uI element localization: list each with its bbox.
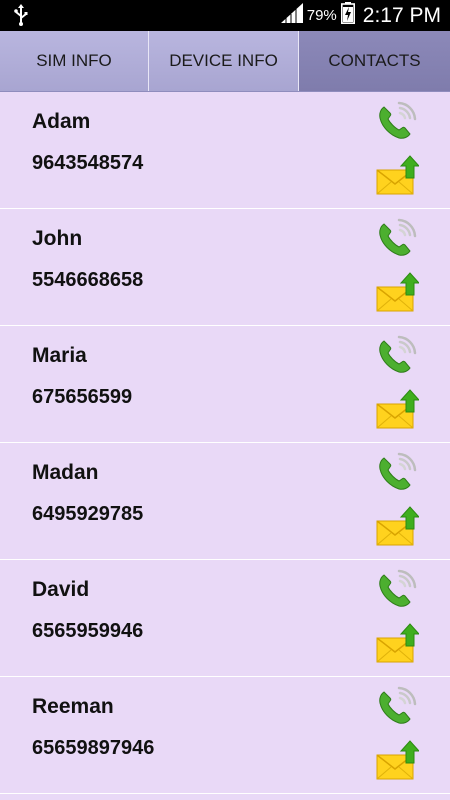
tab-sim-info[interactable]: SIM INFO [0,31,149,91]
tab-device-info[interactable]: DEVICE INFO [149,31,299,91]
send-sms-icon[interactable] [375,505,421,547]
phone-call-icon[interactable] [376,100,418,142]
contact-row: Reeman 65659897946 [0,677,450,794]
signal-icon [280,3,303,28]
contact-number: 9643548574 [32,152,144,174]
contact-name: John [32,227,83,250]
battery-percent: 79% [306,7,337,24]
send-sms-icon[interactable] [375,622,421,664]
battery-charging-icon [340,2,355,29]
tab-contacts[interactable]: CONTACTS [299,31,450,91]
send-sms-icon[interactable] [375,388,421,430]
contact-number: 5546668658 [32,269,144,291]
send-sms-icon[interactable] [375,271,421,313]
usb-icon [14,4,28,31]
phone-call-icon[interactable] [376,334,418,376]
status-bar: 79% 2:17 PM [0,0,450,31]
contact-name: Reeman [32,695,114,718]
contact-number: 65659897946 [32,737,155,759]
contact-row: Adam 9643548574 [0,92,450,209]
contact-name: Maria [32,344,87,367]
phone-call-icon[interactable] [376,451,418,493]
phone-call-icon[interactable] [376,217,418,259]
contact-number: 675656599 [32,386,133,408]
phone-call-icon[interactable] [376,685,418,727]
send-sms-icon[interactable] [375,739,421,781]
contact-row: John 5546668658 [0,209,450,326]
contact-name: David [32,578,90,601]
contact-row: Madan 6495929785 [0,443,450,560]
contact-name: Madan [32,461,99,484]
status-clock: 2:17 PM [362,3,441,27]
contact-number: 6565959946 [32,620,144,642]
tab-bar: SIM INFO DEVICE INFO CONTACTS [0,31,450,92]
contact-name: Adam [32,110,91,133]
contact-list: Adam 9643548574 John 5546668658 Maria 67… [0,92,450,800]
phone-call-icon[interactable] [376,568,418,610]
contact-row: Maria 675656599 [0,326,450,443]
contact-number: 6495929785 [32,503,144,525]
send-sms-icon[interactable] [375,154,421,196]
contact-row: David 6565959946 [0,560,450,677]
